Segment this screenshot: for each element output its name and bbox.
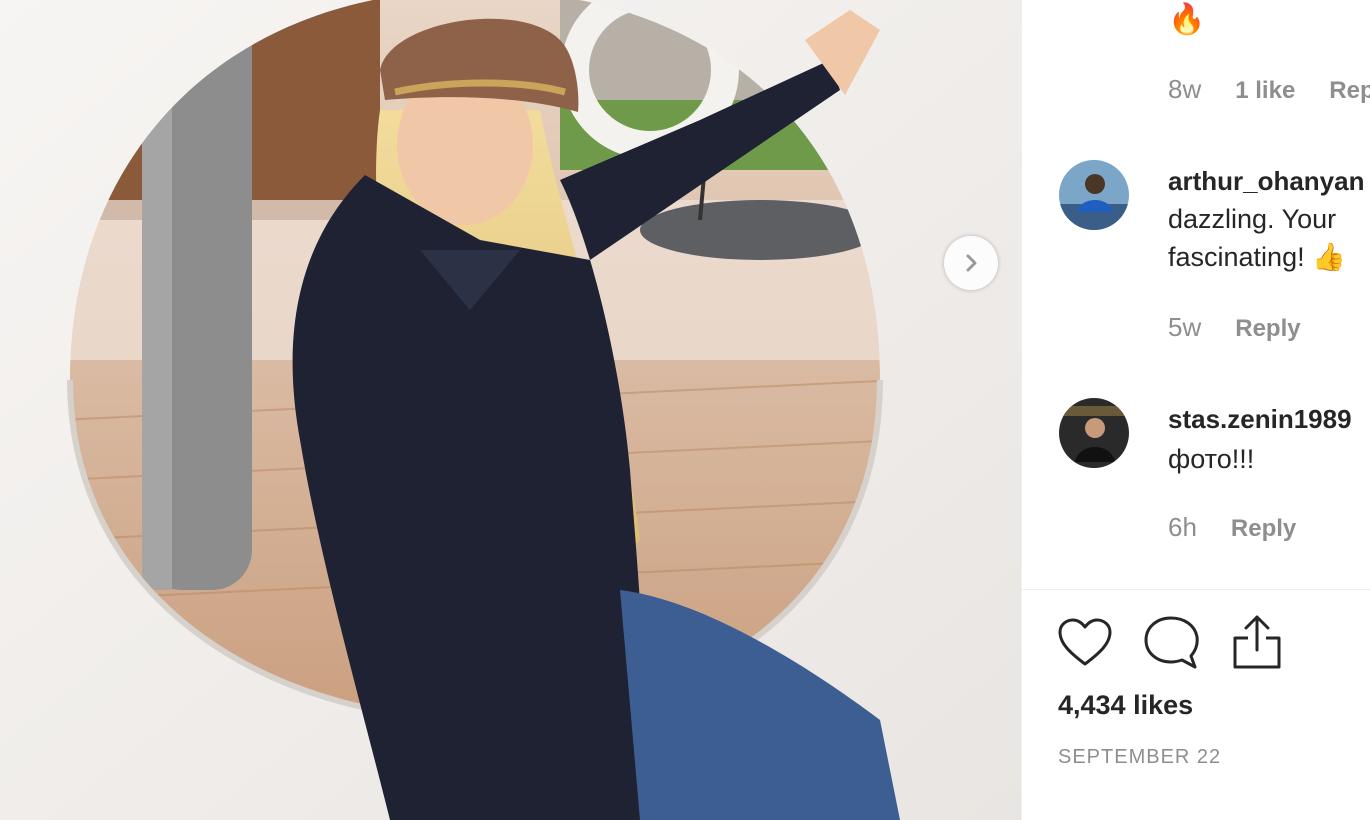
comment-time: 6h	[1168, 512, 1197, 542]
comment-time: 8w	[1168, 74, 1202, 104]
reply-button[interactable]: Reply	[1329, 77, 1370, 104]
avatar[interactable]	[1059, 398, 1129, 468]
comment-text: dazzling. Your	[1168, 204, 1337, 234]
comment-likes-link[interactable]: 1 like	[1235, 77, 1295, 104]
photo-illustration	[0, 0, 1021, 820]
avatar[interactable]	[1059, 160, 1129, 230]
share-icon[interactable]	[1232, 614, 1282, 670]
comment-meta: 8w 1 like Reply	[1168, 74, 1370, 105]
post-date: SEPTEMBER 22	[1058, 746, 1222, 768]
post-photo	[0, 0, 1021, 820]
comment-meta: 6h Reply	[1168, 512, 1296, 543]
comment-username[interactable]: arthur_ohanyan	[1168, 166, 1365, 197]
likes-count[interactable]: 4,434 likes	[1058, 690, 1193, 721]
carousel-next-button[interactable]	[944, 236, 998, 290]
heart-icon[interactable]	[1057, 617, 1113, 669]
comment-text: фото!!!	[1168, 444, 1255, 474]
comment-meta: 5w Reply	[1168, 312, 1301, 343]
avatar-image	[1059, 398, 1129, 468]
comment-username[interactable]: stas.zenin1989	[1168, 404, 1352, 435]
comment-text: 🔥	[1168, 3, 1206, 36]
avatar-image	[1059, 160, 1129, 230]
divider	[1022, 589, 1370, 590]
chevron-right-icon	[966, 254, 977, 272]
comment-bubble-icon[interactable]	[1143, 616, 1199, 670]
comment-text: fascinating! 👍	[1168, 242, 1346, 272]
comment-time: 5w	[1168, 312, 1202, 342]
reply-button[interactable]: Reply	[1231, 515, 1296, 542]
reply-button[interactable]: Reply	[1235, 315, 1300, 342]
